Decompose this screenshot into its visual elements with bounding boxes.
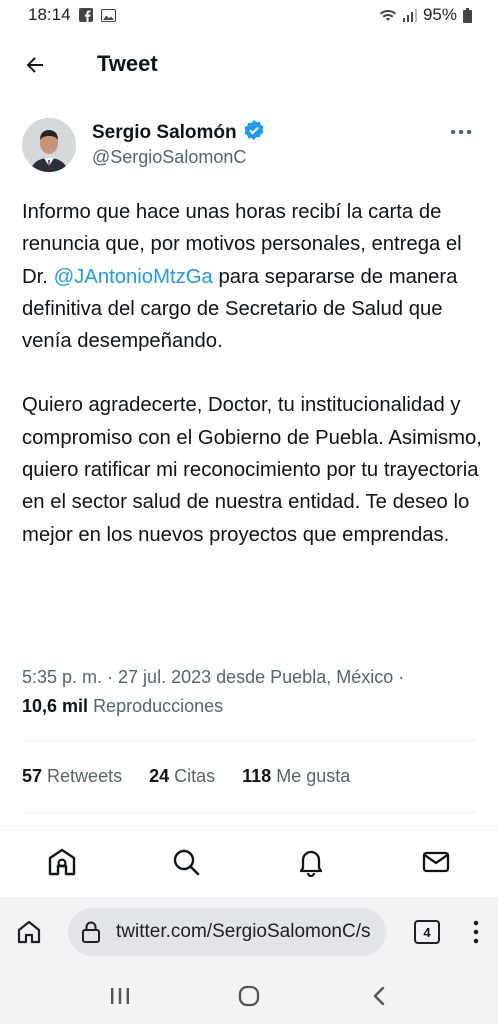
nav-search-button[interactable] — [169, 845, 203, 879]
quotes-count: 24 — [149, 766, 170, 786]
status-bar: 18:14 95% — [0, 0, 498, 30]
url-bar[interactable]: twitter.com/SergioSalomonC/s — [68, 908, 386, 956]
retweets-stat[interactable]: 57 Retweets — [22, 766, 122, 787]
verified-badge-icon — [243, 119, 265, 147]
avatar[interactable] — [22, 118, 76, 172]
nav-notifications-button[interactable] — [294, 845, 328, 879]
notifications-icon — [299, 850, 323, 877]
likes-label: Me gusta — [276, 766, 351, 786]
url-text: twitter.com/SergioSalomonC/s — [116, 921, 371, 942]
status-left: 18:14 — [28, 5, 116, 25]
vertical-dots-icon — [473, 920, 479, 944]
views-count[interactable]: 10,6 mil Reproducciones — [22, 696, 223, 717]
wifi-icon — [379, 8, 397, 22]
author-name-text: Sergio Salomón — [92, 122, 237, 143]
browser-home-button[interactable] — [14, 917, 44, 947]
tab-count: 4 — [423, 924, 431, 940]
arrow-left-icon — [26, 57, 43, 73]
tweet-text: Informo que hace unas horas recibí la ca… — [22, 196, 484, 551]
divider — [22, 740, 476, 741]
home-circle-icon — [238, 985, 260, 1007]
tweet-header: Tweet — [0, 40, 498, 90]
back-button[interactable] — [20, 50, 50, 80]
likes-stat[interactable]: 118 Me gusta — [242, 766, 350, 787]
status-time: 18:14 — [28, 5, 71, 24]
nav-messages-button[interactable] — [419, 845, 453, 879]
signal-icon — [402, 8, 417, 22]
views-label: Reproducciones — [93, 696, 224, 716]
tweet-timestamp[interactable]: 5:35 p. m. · 27 jul. 2023 desde Puebla, … — [22, 667, 404, 688]
chevron-left-icon — [373, 986, 385, 1006]
facebook-icon — [78, 8, 93, 22]
recents-button[interactable] — [105, 981, 135, 1011]
search-icon — [173, 849, 200, 876]
battery-percent: 95% — [422, 5, 457, 24]
browser-toolbar: twitter.com/SergioSalomonC/s 4 — [0, 897, 498, 969]
author-name[interactable]: Sergio Salomón — [92, 119, 265, 147]
messages-icon — [422, 851, 450, 873]
browser-home-icon — [17, 920, 41, 944]
likes-count: 118 — [242, 766, 272, 786]
tweet-paragraph: Informo que hace unas horas recibí la ca… — [22, 196, 484, 357]
page-title: Tweet — [97, 51, 158, 76]
lock-icon — [80, 920, 102, 949]
tweet-paragraph: Quiero agradecerte, Doctor, tu instituci… — [22, 394, 482, 546]
gallery-icon — [100, 8, 116, 22]
battery-icon — [463, 7, 472, 23]
more-options-button[interactable] — [446, 122, 476, 142]
browser-menu-button[interactable] — [466, 917, 486, 947]
back-system-button[interactable] — [364, 981, 394, 1011]
tweet-stats: 57 Retweets 24 Citas 118 Me gusta — [22, 766, 350, 787]
tab-switcher-button[interactable]: 4 — [414, 920, 440, 944]
nav-home-button[interactable] — [45, 845, 79, 879]
divider — [22, 812, 476, 813]
retweets-count: 57 — [22, 766, 43, 786]
system-nav-bar — [0, 969, 498, 1024]
quotes-stat[interactable]: 24 Citas — [149, 766, 215, 787]
home-system-button[interactable] — [234, 981, 264, 1011]
mention-link[interactable]: @JAntonioMtzGa — [54, 266, 213, 288]
quotes-label: Citas — [174, 766, 216, 786]
status-right: 95% — [379, 5, 472, 25]
more-dots-icon — [450, 129, 472, 135]
views-number: 10,6 mil — [22, 696, 89, 716]
home-icon — [48, 848, 76, 876]
retweets-label: Retweets — [47, 766, 123, 786]
bottom-nav — [0, 826, 498, 897]
recents-icon — [111, 988, 129, 1004]
author-handle[interactable]: @SergioSalomonC — [92, 147, 246, 168]
